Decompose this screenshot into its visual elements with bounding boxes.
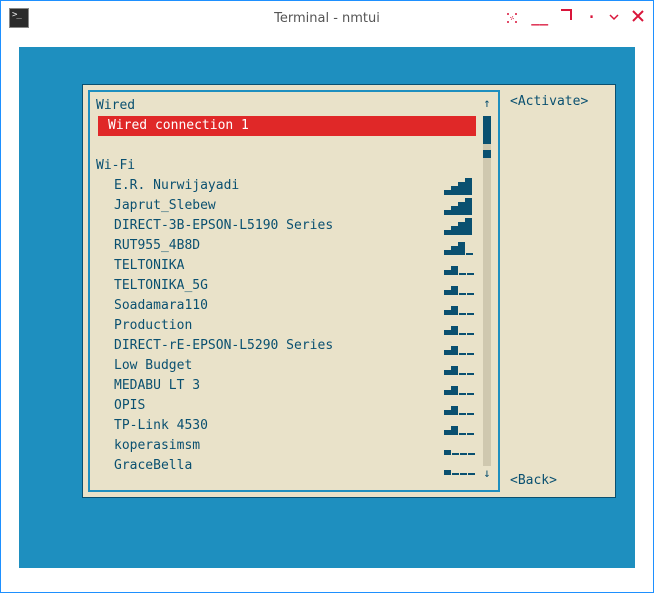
scroll-track[interactable]: [483, 116, 491, 466]
wifi-network-name: DIRECT-rE-EPSON-L5290 Series: [114, 336, 333, 356]
wifi-network-item[interactable]: DIRECT-rE-EPSON-L5290 Series: [96, 336, 480, 356]
signal-strength-icon: [444, 217, 478, 235]
signal-strength-icon: [444, 377, 478, 395]
wifi-network-item[interactable]: Low Budget: [96, 356, 480, 376]
wifi-network-name: OPIS: [114, 396, 145, 416]
scroll-up-arrow-icon[interactable]: ↑: [483, 96, 490, 116]
wifi-network-name: Low Budget: [114, 356, 192, 376]
wifi-network-name: E.R. Nurwijayadi: [114, 176, 239, 196]
scroll-thumb-2: [483, 150, 491, 158]
wifi-network-item[interactable]: Soadamara110: [96, 296, 480, 316]
signal-strength-icon: [444, 317, 478, 335]
dropdown-icon[interactable]: [609, 10, 619, 26]
wifi-network-name: Production: [114, 316, 192, 336]
wifi-network-item[interactable]: MEDABU LT 3: [96, 376, 480, 396]
wifi-network-name: GraceBella: [114, 456, 192, 476]
wifi-network-name: DIRECT-3B-EPSON-L5190 Series: [114, 216, 333, 236]
window-controls: __ ·: [505, 9, 645, 27]
wifi-network-item[interactable]: RUT955_4B8D: [96, 236, 480, 256]
signal-strength-icon: [444, 357, 478, 375]
dot-icon[interactable]: ·: [586, 13, 597, 23]
connection-list[interactable]: WiredWired connection 1 Wi-FiE.R. Nurwija…: [96, 96, 480, 486]
scroll-down-arrow-icon[interactable]: ↓: [483, 466, 490, 486]
signal-strength-icon: [444, 457, 478, 475]
wired-section-header: Wired: [96, 96, 480, 116]
wifi-network-item[interactable]: Production: [96, 316, 480, 336]
terminal-app-icon: [9, 8, 29, 28]
titlebar[interactable]: Terminal - nmtui __ ·: [1, 1, 653, 35]
wired-connection-item[interactable]: Wired connection 1: [98, 116, 476, 136]
signal-strength-icon: [444, 337, 478, 355]
wifi-network-item[interactable]: koperasimsm: [96, 436, 480, 456]
wifi-network-name: TELTONIKA: [114, 256, 184, 276]
nmtui-dialog: WiredWired connection 1 Wi-FiE.R. Nurwija…: [79, 81, 619, 501]
wifi-network-item[interactable]: GraceBella: [96, 456, 480, 476]
wifi-network-name: Japrut_Slebew: [114, 196, 216, 216]
wifi-network-name: RUT955_4B8D: [114, 236, 200, 256]
spacer: [96, 136, 480, 156]
connection-list-box: WiredWired connection 1 Wi-FiE.R. Nurwija…: [88, 90, 500, 492]
wifi-network-name: MEDABU LT 3: [114, 376, 200, 396]
signal-strength-icon: [444, 297, 478, 315]
action-column: <Activate> <Back>: [510, 90, 610, 492]
maximize-icon[interactable]: [560, 9, 574, 27]
signal-strength-icon: [444, 257, 478, 275]
wifi-network-name: TP-Link 4530: [114, 416, 208, 436]
signal-strength-icon: [444, 277, 478, 295]
signal-strength-icon: [444, 197, 478, 215]
wifi-network-item[interactable]: DIRECT-3B-EPSON-L5190 Series: [96, 216, 480, 236]
wifi-network-item[interactable]: TELTONIKA: [96, 256, 480, 276]
activate-button[interactable]: <Activate>: [510, 94, 610, 109]
minimize-icon[interactable]: __: [531, 10, 548, 26]
wifi-section-header: Wi-Fi: [96, 156, 480, 176]
wifi-network-item[interactable]: E.R. Nurwijayadi: [96, 176, 480, 196]
back-button[interactable]: <Back>: [510, 473, 610, 488]
wifi-network-item[interactable]: OPIS: [96, 396, 480, 416]
scrollbar[interactable]: ↑ ↓: [480, 96, 494, 486]
signal-strength-icon: [444, 237, 478, 255]
signal-strength-icon: [444, 177, 478, 195]
terminal-client-area: WiredWired connection 1 Wi-FiE.R. Nurwija…: [1, 35, 653, 592]
signal-strength-icon: [444, 417, 478, 435]
wifi-network-name: TELTONIKA_5G: [114, 276, 208, 296]
signal-strength-icon: [444, 397, 478, 415]
signal-strength-icon: [444, 437, 478, 455]
wifi-network-item[interactable]: Japrut_Slebew: [96, 196, 480, 216]
nmtui-background: WiredWired connection 1 Wi-FiE.R. Nurwija…: [19, 47, 635, 568]
scroll-thumb[interactable]: [483, 116, 491, 144]
wifi-network-item[interactable]: TELTONIKA_5G: [96, 276, 480, 296]
pin-icon[interactable]: [505, 11, 519, 25]
wifi-network-item[interactable]: TP-Link 4530: [96, 416, 480, 436]
wifi-network-name: koperasimsm: [114, 436, 200, 456]
terminal-window: Terminal - nmtui __ ·: [0, 0, 654, 593]
close-icon[interactable]: [631, 9, 645, 27]
wifi-network-name: Soadamara110: [114, 296, 208, 316]
